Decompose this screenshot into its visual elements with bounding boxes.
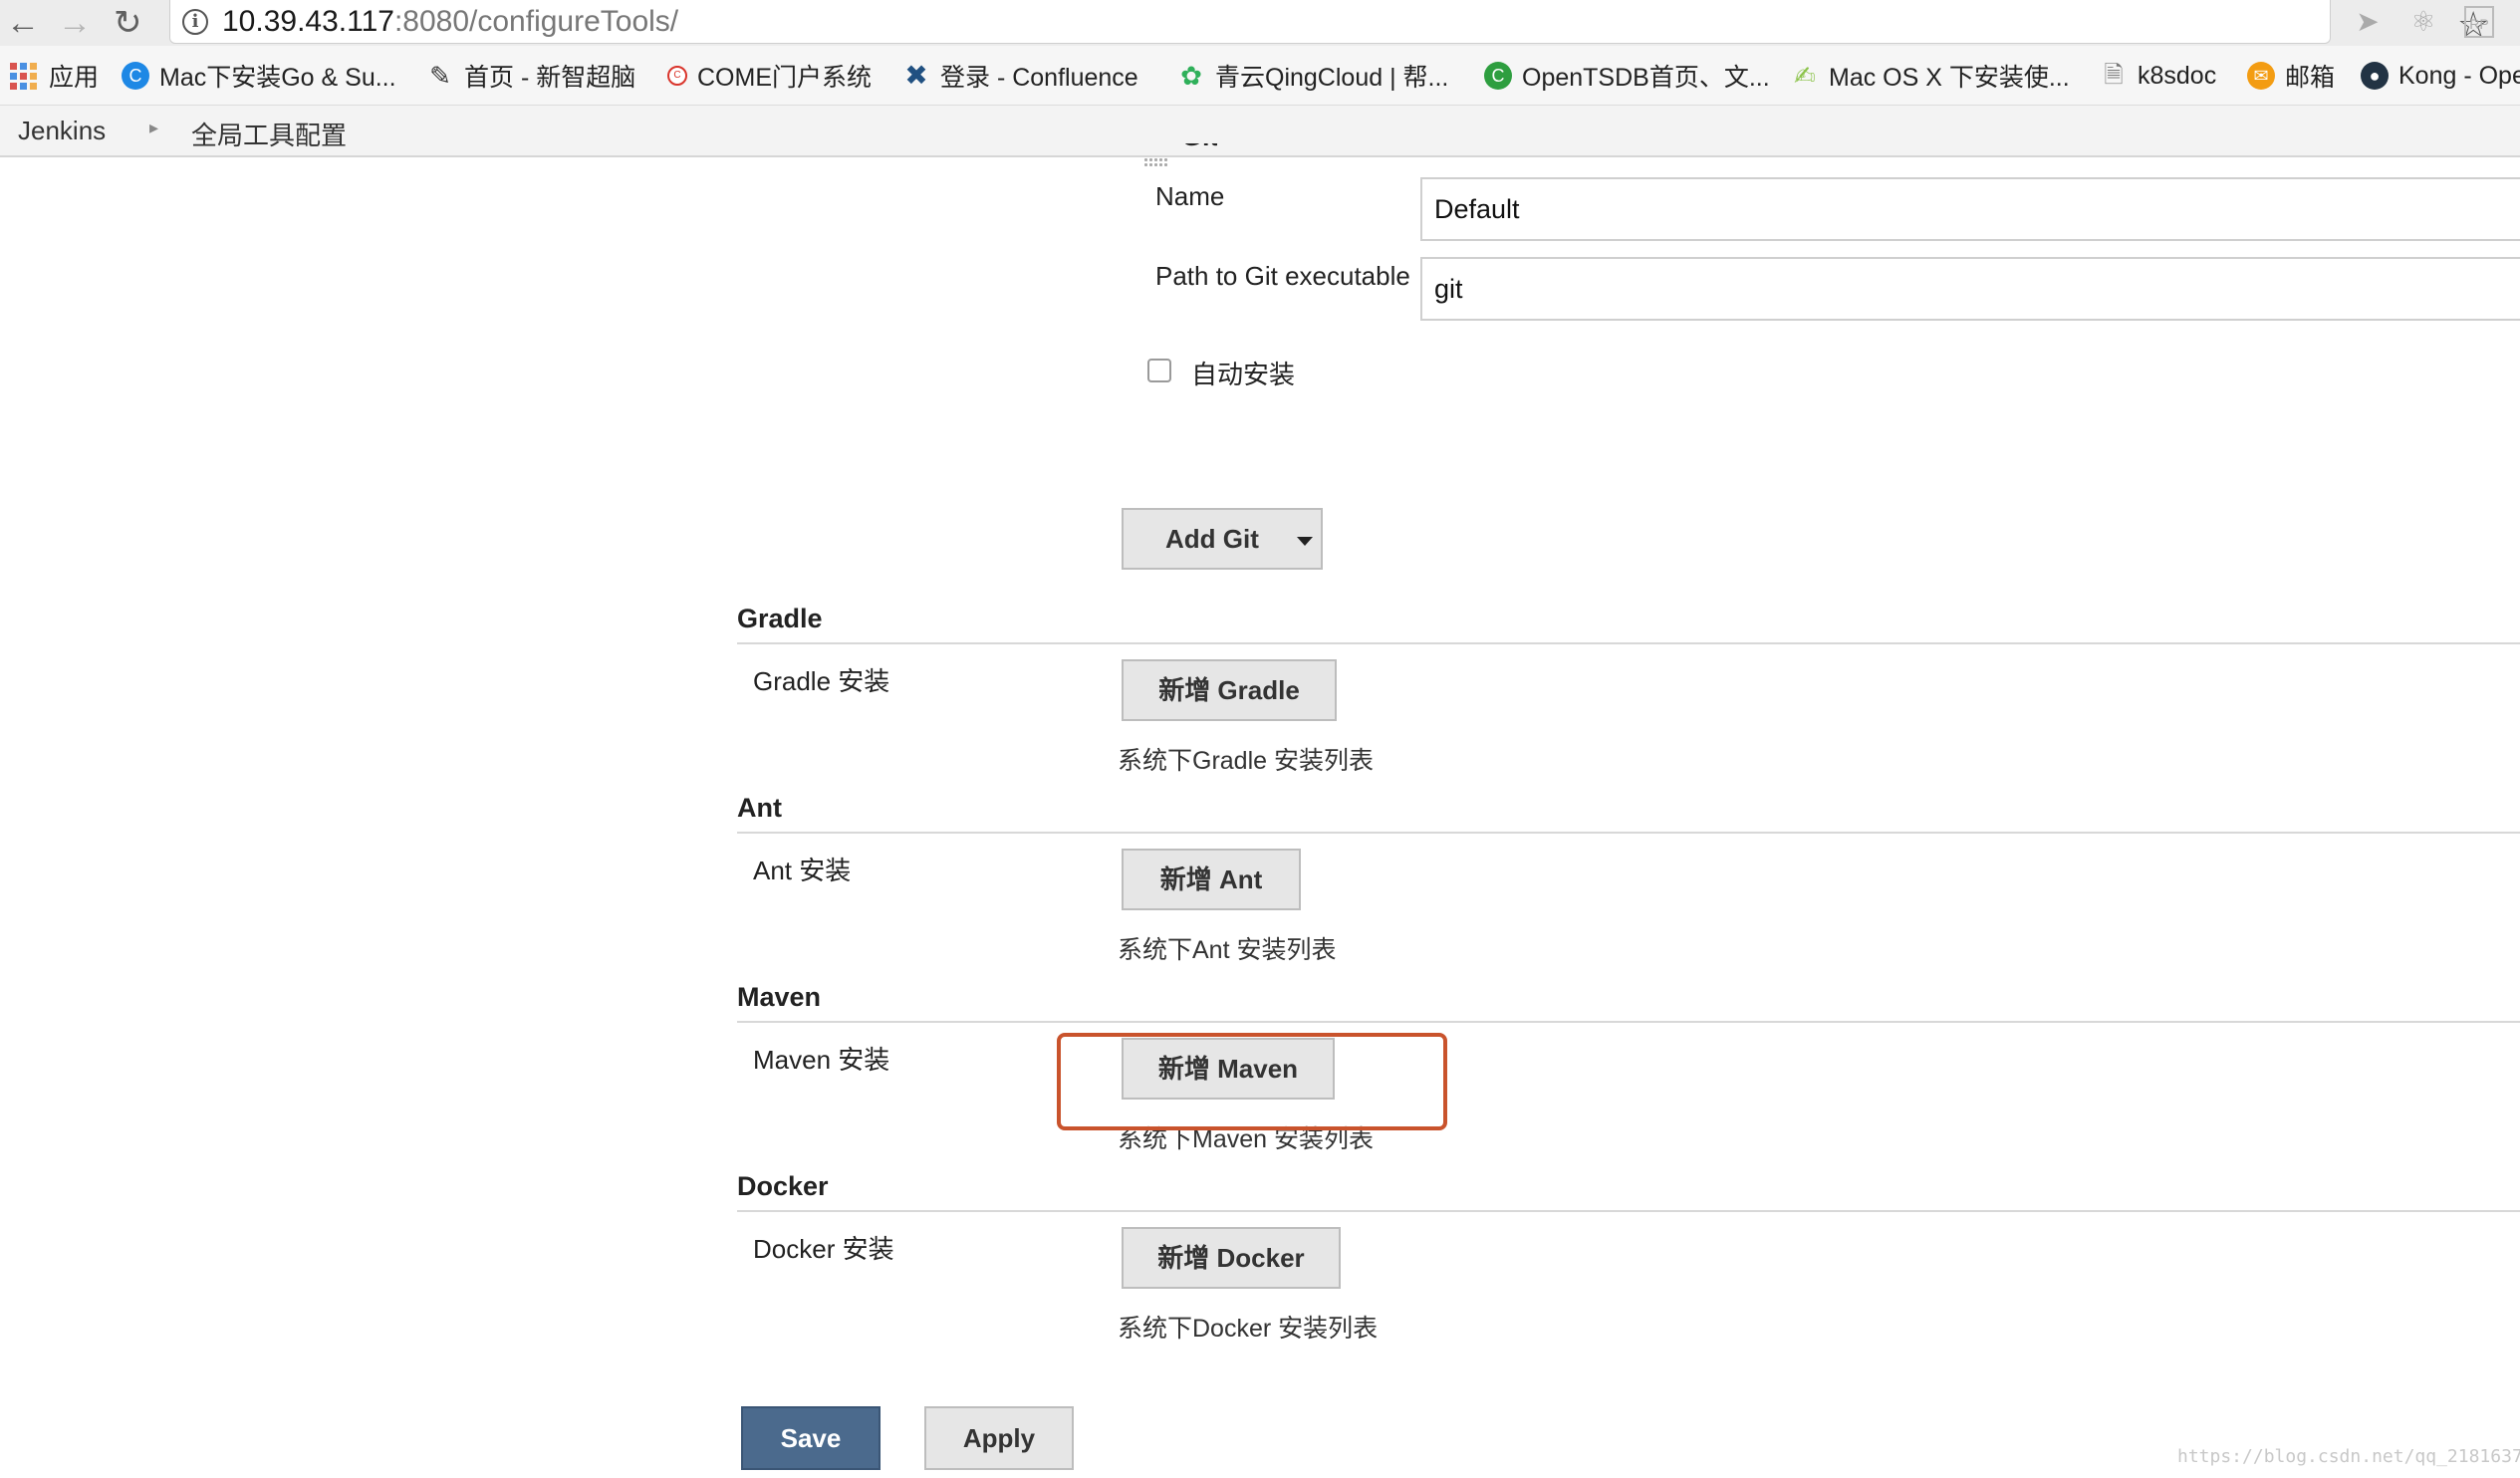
add-ant-button[interactable]: 新增 Ant bbox=[1122, 849, 1301, 910]
auto-install-checkbox[interactable] bbox=[1147, 359, 1171, 382]
bookmark-item[interactable]: ● Kong - Ope bbox=[2361, 58, 2520, 94]
bookmark-label: 应用 bbox=[49, 64, 100, 92]
git-installation-header: Git bbox=[1181, 143, 1217, 157]
bookmark-label: 登录 - Confluence bbox=[940, 64, 1138, 92]
breadcrumb: Jenkins ▸ 全局工具配置 bbox=[0, 106, 2520, 157]
add-gradle-button[interactable]: 新增 Gradle bbox=[1122, 659, 1337, 721]
forward-icon[interactable]: → bbox=[58, 6, 92, 40]
dropdown-caret-icon[interactable] bbox=[1296, 536, 1313, 546]
gradle-install-label: Gradle 安装 bbox=[753, 666, 890, 696]
git-path-label: Path to Git executable bbox=[1155, 261, 1410, 291]
add-git-button[interactable]: Add Git bbox=[1122, 508, 1323, 570]
add-git-button-label: Add Git bbox=[1165, 524, 1259, 554]
breadcrumb-current-page[interactable]: 全局工具配置 bbox=[191, 116, 347, 152]
extension-bird-icon[interactable]: ➤ bbox=[2353, 6, 2383, 38]
bookmark-item[interactable]: C COME门户系统 bbox=[667, 58, 872, 94]
bookmark-label: COME门户系统 bbox=[697, 64, 873, 92]
git-name-input[interactable] bbox=[1420, 177, 2520, 241]
docker-hint: 系统下Docker 安装列表 bbox=[1118, 1315, 1379, 1343]
docker-install-label: Docker 安装 bbox=[753, 1234, 894, 1264]
bookmarks-bar: 应用 C Mac下安装Go & Su... ✎ 首页 - 新智超脑 C COME… bbox=[0, 46, 2520, 106]
mail-icon: ✉ bbox=[2247, 62, 2275, 90]
section-divider bbox=[737, 642, 2520, 644]
bookmark-item[interactable]: ✖ 登录 - Confluence bbox=[902, 58, 1138, 94]
bookmark-label: 邮箱 bbox=[2285, 64, 2336, 92]
ant-hint: 系统下Ant 安装列表 bbox=[1118, 936, 1337, 964]
url-text: 10.39.43.117:8080/configureTools/ bbox=[222, 6, 678, 38]
apps-grid-icon bbox=[10, 62, 37, 90]
annotation-highlight-box bbox=[1057, 1033, 1447, 1130]
document-icon: 🗎 bbox=[2104, 62, 2124, 89]
bookmark-item[interactable]: 🗎 k8sdoc bbox=[2100, 58, 2216, 94]
docker-section-title: Docker bbox=[737, 1171, 829, 1201]
bookmark-label: Mac OS X 下安装使... bbox=[1829, 64, 2070, 92]
ant-install-label: Ant 安装 bbox=[753, 856, 852, 885]
url-host: 10.39.43.117 bbox=[222, 5, 394, 38]
url-path: :8080/configureTools/ bbox=[393, 5, 679, 38]
notepad-icon: ✍ bbox=[1794, 61, 1816, 91]
bookmark-label: OpenTSDB首页、文... bbox=[1522, 64, 1770, 92]
save-button[interactable]: Save bbox=[741, 1406, 881, 1470]
bookmark-label: Mac下安装Go & Su... bbox=[159, 64, 396, 92]
bookmark-item[interactable]: ✉ 邮箱 bbox=[2247, 58, 2335, 94]
extension-react-icon[interactable]: ⚛ bbox=[2408, 6, 2438, 38]
apply-button[interactable]: Apply bbox=[924, 1406, 1074, 1470]
browser-toolbar: ← → ↻ i 10.39.43.117:8080/configureTools… bbox=[0, 0, 2520, 46]
bookmark-item[interactable]: C OpenTSDB首页、文... bbox=[1484, 58, 1770, 94]
maven-install-label: Maven 安装 bbox=[753, 1045, 890, 1075]
git-path-input[interactable] bbox=[1420, 257, 2520, 321]
bookmark-label: Kong - Ope bbox=[2398, 61, 2520, 90]
section-divider bbox=[737, 1210, 2520, 1212]
bookmark-label: 青云QingCloud | 帮... bbox=[1215, 64, 1449, 92]
add-docker-button[interactable]: 新增 Docker bbox=[1122, 1227, 1341, 1289]
come-logo-icon: C bbox=[667, 66, 687, 86]
section-divider bbox=[737, 832, 2520, 834]
watermark: https://blog.csdn.net/qq_21816375 bbox=[2177, 1446, 2520, 1467]
drag-handle-icon[interactable] bbox=[1143, 157, 1167, 167]
bookmark-item[interactable]: ✿ 青云QingCloud | 帮... bbox=[1177, 58, 1448, 94]
bookmark-label: k8sdoc bbox=[2138, 61, 2217, 90]
gradle-section-title: Gradle bbox=[737, 604, 823, 633]
bookmark-item[interactable]: C Mac下安装Go & Su... bbox=[122, 58, 396, 94]
bookmark-item[interactable]: ✍ Mac OS X 下安装使... bbox=[1791, 58, 2070, 94]
qingcloud-icon: ✿ bbox=[1180, 61, 1202, 91]
breadcrumb-separator-icon: ▸ bbox=[149, 118, 159, 137]
kong-icon: ● bbox=[2361, 62, 2389, 90]
ant-section-title: Ant bbox=[737, 793, 782, 823]
back-icon[interactable]: ← bbox=[6, 6, 40, 40]
confluence-icon: ✖ bbox=[904, 60, 928, 91]
site-info-icon[interactable]: i bbox=[182, 9, 208, 35]
section-divider bbox=[737, 1021, 2520, 1023]
git-name-label: Name bbox=[1155, 181, 1225, 211]
c-logo-icon: C bbox=[122, 62, 149, 90]
bookmark-apps[interactable]: 应用 bbox=[10, 58, 99, 94]
edit-icon: ✎ bbox=[429, 61, 451, 91]
auto-install-label: 自动安装 bbox=[1191, 360, 1296, 389]
opentsdb-icon: C bbox=[1484, 62, 1512, 90]
extension-rp-icon[interactable]: RP bbox=[2464, 6, 2494, 38]
gradle-hint: 系统下Gradle 安装列表 bbox=[1118, 747, 1374, 775]
maven-section-title: Maven bbox=[737, 982, 822, 1012]
bookmark-label: 首页 - 新智超脑 bbox=[464, 64, 636, 92]
breadcrumb-jenkins[interactable]: Jenkins bbox=[18, 116, 106, 146]
address-bar[interactable]: i 10.39.43.117:8080/configureTools/ ☆ bbox=[169, 0, 2489, 45]
reload-icon[interactable]: ↻ bbox=[114, 6, 142, 40]
bookmark-item[interactable]: ✎ 首页 - 新智超脑 bbox=[426, 58, 635, 94]
